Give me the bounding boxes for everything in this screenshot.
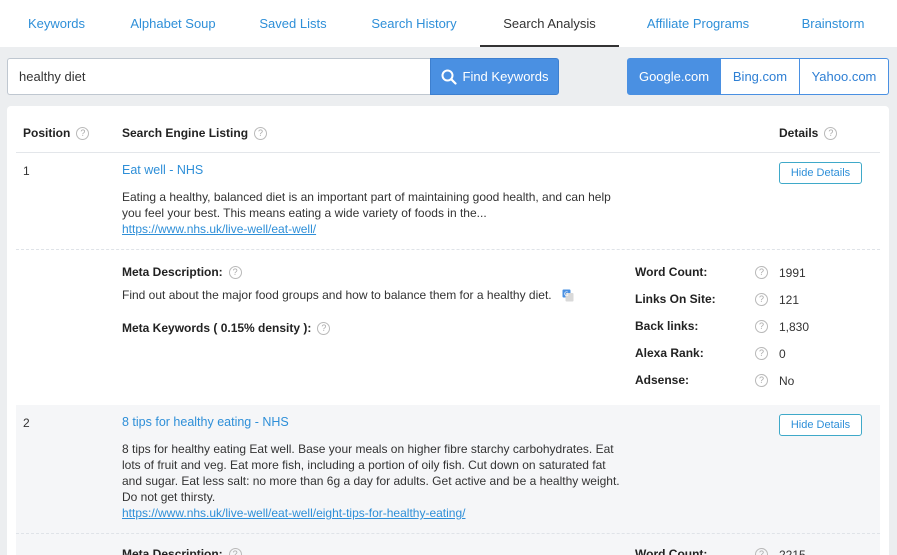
header-divider [16,152,880,153]
result-snippet: 8 tips for healthy eating Eat well. Base… [122,442,620,504]
meta-description-text: Find out about the major food groups and… [122,288,552,302]
listing-header-label: Search Engine Listing [122,126,249,140]
google-translate-icon[interactable]: G [562,289,574,302]
meta-description-label-text: Meta Description: [122,547,223,555]
word-count-label: Word Count: [635,547,708,555]
links-on-site-value: 121 [779,293,800,307]
meta-keywords-label: Meta Keywords ( 0.15% density ): ? [122,321,331,335]
hide-details-button[interactable]: Hide Details [779,414,862,436]
back-links-label: Back links: [635,319,699,333]
engine-google[interactable]: Google.com [627,58,721,95]
tab-alphabet-soup[interactable]: Alphabet Soup [120,0,226,47]
meta-description-label: Meta Description: ? [122,547,242,555]
question-circle-icon[interactable]: ? [228,547,242,555]
result-snippet: Eating a healthy, balanced diet is an im… [122,190,611,220]
question-circle-icon[interactable]: ? [755,293,768,306]
question-circle-icon[interactable]: ? [317,321,331,335]
links-on-site-label: Links On Site: [635,292,716,306]
question-circle-icon[interactable]: ? [755,266,768,279]
word-count-value: 2215 [779,548,806,555]
result-position: 1 [23,164,30,178]
meta-description-label: Meta Description: ? [122,265,242,279]
meta-description: Find out about the major food groups and… [122,288,574,302]
details-header: Details ? [779,126,838,140]
question-circle-icon[interactable]: ? [755,374,768,387]
tab-saved-lists[interactable]: Saved Lists [250,0,336,47]
position-header: Position ? [23,126,90,140]
meta-keywords-label-text: Meta Keywords ( 0.15% density ): [122,321,312,335]
result-url-link[interactable]: https://www.nhs.uk/live-well/eat-well/ei… [122,506,465,520]
alexa-rank-value: 0 [779,347,786,361]
svg-text:G: G [564,291,569,298]
search-engine-selector: Google.com Bing.com Yahoo.com [627,58,889,95]
tab-search-history[interactable]: Search History [362,0,466,47]
meta-description-label-text: Meta Description: [122,265,223,279]
adsense-value: No [779,374,795,388]
back-links-value: 1,830 [779,320,810,334]
question-circle-icon[interactable]: ? [755,548,768,555]
position-header-label: Position [23,126,71,140]
alexa-rank-label: Alexa Rank: [635,346,704,360]
question-circle-icon[interactable]: ? [755,320,768,333]
row-divider [16,533,880,534]
engine-bing[interactable]: Bing.com [721,58,800,95]
result-title-link[interactable]: 8 tips for healthy eating - NHS [122,415,289,429]
hide-details-button[interactable]: Hide Details [779,162,862,184]
question-circle-icon[interactable]: ? [755,347,768,360]
tab-affiliate-programs[interactable]: Affiliate Programs [638,0,758,47]
result-url-link[interactable]: https://www.nhs.uk/live-well/eat-well/ [122,222,316,236]
search-icon [441,69,457,85]
engine-yahoo[interactable]: Yahoo.com [800,58,889,95]
find-keywords-button[interactable]: Find Keywords [430,58,559,95]
tab-brainstorm[interactable]: Brainstorm [790,0,876,47]
question-circle-icon[interactable]: ? [228,265,242,279]
question-circle-icon[interactable]: ? [824,126,838,140]
search-input[interactable] [7,58,431,95]
question-circle-icon[interactable]: ? [76,126,90,140]
word-count-label: Word Count: [635,265,708,279]
find-keywords-label: Find Keywords [462,69,549,84]
details-header-label: Details [779,126,819,140]
adsense-label: Adsense: [635,373,690,387]
tab-keywords[interactable]: Keywords [14,0,99,47]
result-position: 2 [23,416,30,430]
listing-header: Search Engine Listing ? [122,126,268,140]
tab-search-analysis[interactable]: Search Analysis [480,0,619,47]
row-divider [16,249,880,250]
question-circle-icon[interactable]: ? [254,126,268,140]
result-title-link[interactable]: Eat well - NHS [122,163,203,177]
word-count-value: 1991 [779,266,806,280]
tab-bar: Keywords Alphabet Soup Saved Lists Searc… [0,0,897,47]
results-panel: Position ? Search Engine Listing ? Detai… [7,106,889,555]
